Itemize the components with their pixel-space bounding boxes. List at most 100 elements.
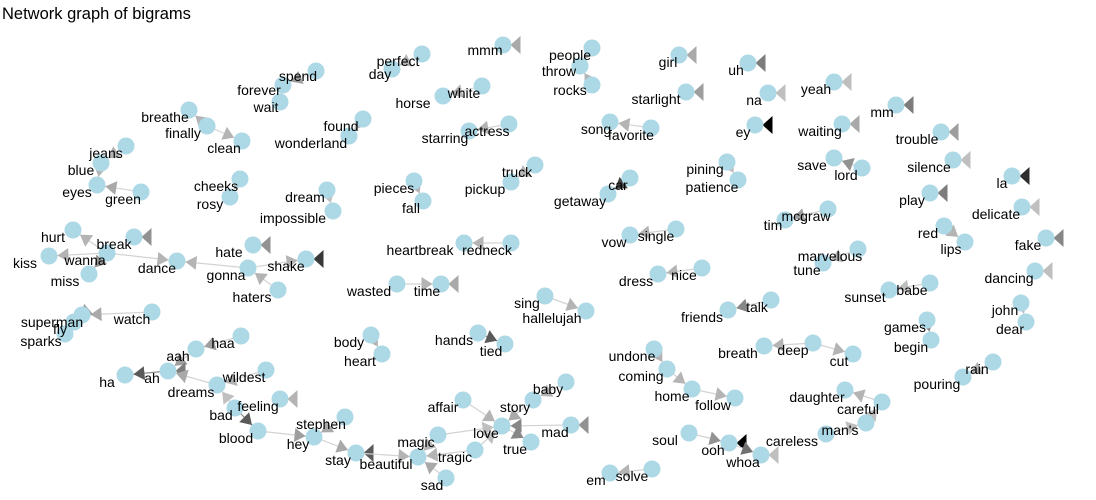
self-loop-starlight: [693, 83, 704, 101]
node-label-wonderland: wonderland: [274, 135, 347, 151]
node-label-vow: vow: [602, 234, 628, 250]
node-label-dreams: dreams: [168, 384, 215, 400]
node-label-blue: blue: [68, 162, 95, 178]
node-ah: [159, 362, 177, 380]
node-label-horse: horse: [395, 95, 430, 111]
node-aah: [187, 340, 205, 358]
node-label-feeling: feeling: [237, 398, 278, 414]
node-save: [825, 149, 843, 167]
arrow-gonna-dance: [185, 255, 198, 270]
node-label-wildest: wildest: [222, 369, 266, 385]
node-label-tragic: tragic: [438, 449, 472, 465]
node-label-rosy: rosy: [197, 196, 223, 212]
bigram-network: spendforeverwaitperfectdaymmm peoplethrow…: [13, 36, 1064, 493]
node-label-superman: superman: [21, 314, 83, 330]
node-label-favorite: favorite: [608, 127, 654, 143]
node-label-spend: spend: [279, 68, 317, 84]
node-haa: [232, 327, 250, 345]
node-label-people: people: [549, 47, 591, 63]
node-na: [759, 84, 777, 102]
node-label-waiting: waiting: [797, 123, 842, 139]
node-label-games: games: [884, 319, 926, 335]
node-label-uh: uh: [728, 62, 744, 78]
node-label-body: body: [334, 334, 364, 350]
node-label-haters: haters: [233, 289, 272, 305]
node-heart: [373, 345, 391, 363]
self-loop-la: [1019, 167, 1030, 185]
node-label-throw: throw: [542, 63, 577, 79]
node-label-dress: dress: [619, 273, 653, 289]
edge-layer: [48, 36, 1064, 479]
node-label-magic: magic: [397, 434, 434, 450]
node-label-sad: sad: [421, 477, 444, 493]
node-label-green: green: [105, 191, 141, 207]
node-body: [362, 326, 380, 344]
node-label-redneck: redneck: [462, 242, 513, 258]
node-label-beautiful: beautiful: [360, 456, 413, 472]
node-label-lord: lord: [834, 167, 857, 183]
node-label-pickup: pickup: [465, 181, 506, 197]
node-label-deep: deep: [777, 342, 808, 358]
node-label-solve: solve: [616, 468, 649, 484]
self-loop-mm: [903, 96, 914, 114]
node-label-found: found: [323, 118, 358, 134]
node-label-pieces: pieces: [374, 180, 414, 196]
node-impossible: [324, 202, 342, 220]
node-label-lips: lips: [940, 241, 961, 257]
self-loop-mmm: [510, 36, 521, 54]
node-label-la: la: [997, 175, 1008, 191]
arrow-wanna-hurt: [80, 234, 94, 247]
node-label-patience: patience: [686, 179, 739, 195]
node-label-wasted: wasted: [346, 283, 391, 299]
self-loop-time: [448, 275, 459, 293]
self-loop-fake: [1053, 229, 1064, 247]
node-label-sunset: sunset: [844, 289, 885, 305]
node-miss: [80, 265, 98, 283]
self-loop-yeah: [841, 73, 852, 91]
arrow-affair-love: [481, 409, 495, 422]
node-label-stay: stay: [325, 452, 351, 468]
arrow-love-true: [510, 426, 524, 439]
node-label-careless: careless: [766, 433, 818, 449]
node-label-eyes: eyes: [62, 184, 92, 200]
node-label-coming: coming: [618, 368, 663, 384]
node-label-story: story: [500, 399, 530, 415]
node-label-shake: shake: [267, 258, 305, 274]
node-label-affair: affair: [428, 399, 459, 415]
self-loop-hate: [260, 236, 271, 254]
node-label-pining: pining: [686, 161, 723, 177]
node-ha: [116, 366, 134, 384]
node-label-hallelujah: hallelujah: [522, 310, 581, 326]
node-label-forever: forever: [237, 82, 281, 98]
node-label-tied: tied: [480, 343, 503, 359]
node-label-hurt: hurt: [41, 229, 65, 245]
node-hate: [244, 236, 262, 254]
node-label-whoa: whoa: [725, 454, 760, 470]
node-label-fake: fake: [1015, 237, 1042, 253]
node-label-soul: soul: [652, 432, 678, 448]
node-label-dancing: dancing: [984, 270, 1033, 286]
node-label-mad: mad: [541, 424, 568, 440]
node-label-clean: clean: [207, 140, 240, 156]
node-label-begin: begin: [894, 339, 928, 355]
self-loop-break: [141, 228, 152, 246]
node-label-hate: hate: [215, 244, 242, 260]
node-label-rocks: rocks: [553, 82, 586, 98]
node-label-rain: rain: [965, 361, 988, 377]
node-label-careful: careful: [837, 401, 879, 417]
node-label-cheeks: cheeks: [194, 178, 238, 194]
node-label-time: time: [414, 283, 441, 299]
node-label-play: play: [899, 192, 925, 208]
node-label-tim: tim: [764, 217, 783, 233]
node-label-blood: blood: [219, 430, 253, 446]
self-loop-mad: [578, 416, 589, 434]
node-label-aah: aah: [166, 348, 189, 364]
node-label-babe: babe: [896, 282, 927, 298]
self-loop-silence: [960, 151, 971, 169]
node-label-love: love: [473, 425, 499, 441]
node-label-song: song: [581, 121, 611, 137]
node-label-mm: mm: [870, 104, 893, 120]
node-haters: [269, 281, 287, 299]
self-loop-trouble: [948, 123, 959, 141]
self-loop-uh: [755, 54, 766, 72]
